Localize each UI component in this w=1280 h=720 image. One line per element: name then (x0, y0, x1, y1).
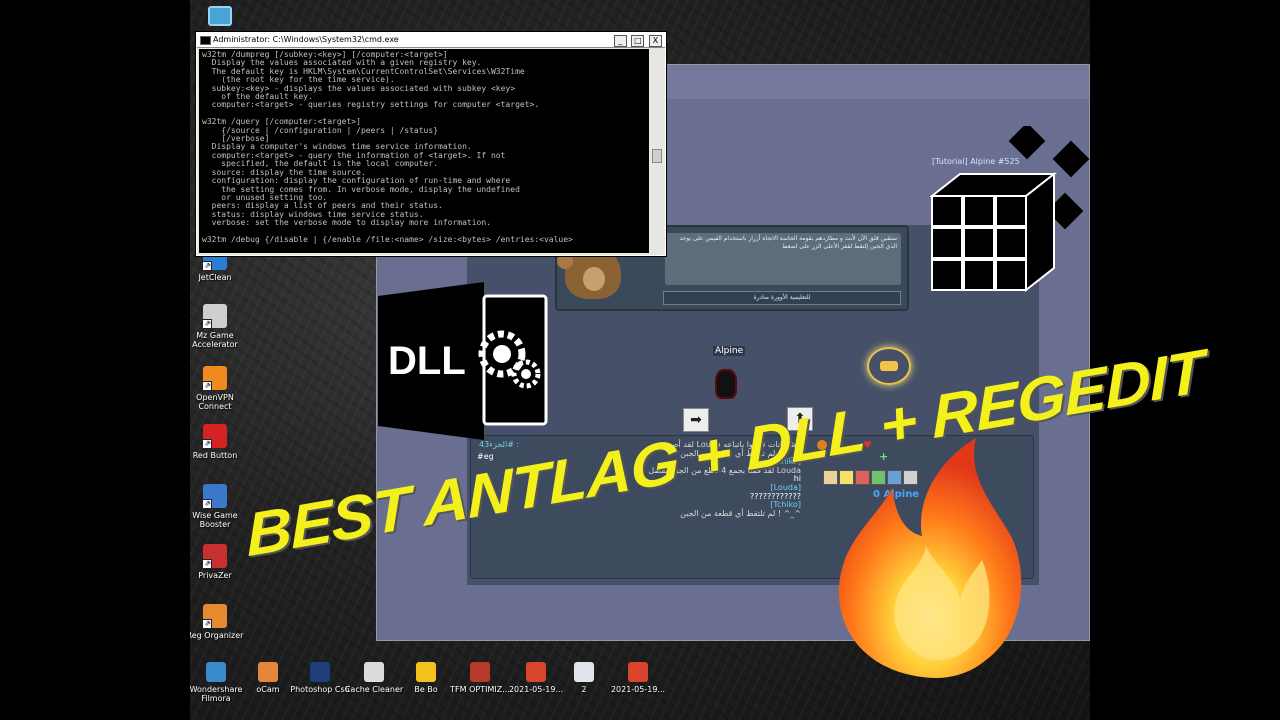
app-icon (206, 662, 226, 682)
dll-gear-icon: DLL (378, 282, 548, 440)
app-icon (310, 662, 330, 682)
cmd-title: Administrator: C:\Windows\System32\cmd.e… (213, 35, 399, 44)
maximize-button[interactable]: □ (631, 35, 645, 47)
computer-icon[interactable] (190, 6, 250, 29)
desktop-icon[interactable]: Cache Cleaner (344, 662, 404, 694)
dll-label: DLL (388, 339, 466, 383)
shortcut-arrow-icon: ↗ (202, 319, 212, 329)
shortcut-arrow-icon: ↗ (202, 381, 212, 391)
desktop-icon[interactable]: ↗ Wise Game Booster (190, 484, 245, 529)
app-icon (258, 662, 278, 682)
shortcut-arrow-icon: ↗ (202, 619, 212, 629)
chat-header: الجزء43# : (479, 440, 520, 449)
chat-message: لم تلتقط أي قطعة من الجبن ! ^_^ (680, 508, 801, 518)
desktop-icon-label: 2021-05-19... (610, 685, 666, 694)
desktop-icon[interactable]: Photoshop Cs6 (290, 662, 350, 694)
app-icon: ↗ (202, 484, 227, 509)
shortcut-arrow-icon: ↗ (202, 559, 212, 569)
desktop-icon-label: TFM OPTIMIZ... (450, 685, 510, 694)
cmd-titlebar[interactable]: Administrator: C:\Windows\System32\cmd.e… (197, 33, 665, 48)
desktop-icon-label: Cache Cleaner (344, 685, 404, 694)
player-character: Alpine (711, 346, 746, 403)
desktop-icon-label: JetClean (198, 273, 232, 282)
shortcut-arrow-icon: ↗ (202, 261, 212, 271)
shortcut-arrow-icon: ↗ (202, 439, 212, 449)
scroll-thumb[interactable] (652, 149, 662, 163)
desktop-icon-label: Wise Game Booster (192, 511, 238, 529)
desktop-icon[interactable]: ↗ Mz Game Accelerator (190, 304, 245, 349)
desktop-icon[interactable]: 2 (554, 662, 614, 694)
regedit-cube-icon (930, 126, 1090, 293)
app-icon (628, 662, 648, 682)
dialog-text: ستقين قلق الآن لأنت و مطاردهم بقومة الحا… (665, 233, 901, 285)
minimize-button[interactable]: _ (613, 35, 627, 47)
app-icon: ↗ (202, 304, 227, 329)
cheese-icon (867, 347, 911, 385)
app-icon (574, 662, 594, 682)
app-icon (416, 662, 436, 682)
desktop-icon[interactable]: ↗ Reg Organizer (190, 604, 245, 640)
app-icon (364, 662, 384, 682)
player-name: Alpine (713, 346, 746, 356)
desktop-icon[interactable]: ↗ PrivaZer (190, 544, 245, 580)
desktop-icon-label: Photoshop Cs6 (290, 685, 350, 694)
cmd-window[interactable]: Administrator: C:\Windows\System32\cmd.e… (196, 32, 666, 256)
app-icon (526, 662, 546, 682)
desktop-icon-label: Reg Organizer (190, 631, 244, 640)
app-icon: ↗ (202, 544, 227, 569)
console-icon (200, 36, 211, 45)
desktop-icon[interactable]: oCam (238, 662, 298, 694)
desktop-icon-label: Mz Game Accelerator (192, 331, 238, 349)
shortcut-arrow-icon: ↗ (202, 499, 212, 509)
player-avatar-icon (715, 369, 737, 399)
app-icon: ↗ (202, 424, 227, 449)
app-icon: ↗ (202, 604, 227, 629)
desktop-icon-label: PrivaZer (198, 571, 232, 580)
desktop-icon-label: Red Button (192, 451, 238, 460)
desktop-icon[interactable]: Be Bo (396, 662, 456, 694)
desktop-icon[interactable]: 2021-05-19... (608, 662, 668, 694)
desktop-icon-label: oCam (256, 685, 280, 694)
console-output[interactable]: w32tm /dumpreg [/subkey:<key>] [/compute… (199, 49, 649, 253)
fire-icon (838, 438, 1022, 678)
desktop-icon-label: OpenVPN Connect (196, 393, 234, 411)
dialog-continue-button[interactable]: للتعليمية الأوورة منادرة (663, 291, 901, 305)
desktop-icon-label: Be Bo (414, 685, 438, 694)
app-icon: ↗ (202, 366, 227, 391)
desktop-icon[interactable]: ↗ OpenVPN Connect (190, 366, 245, 411)
close-button[interactable]: X (649, 35, 662, 47)
desktop-icon-label: 2 (581, 685, 587, 694)
app-icon (470, 662, 490, 682)
desktop-icon[interactable]: ↗ Red Button (190, 424, 245, 460)
console-scrollbar[interactable] (651, 49, 663, 253)
desktop-icon[interactable]: TFM OPTIMIZ... (450, 662, 510, 694)
